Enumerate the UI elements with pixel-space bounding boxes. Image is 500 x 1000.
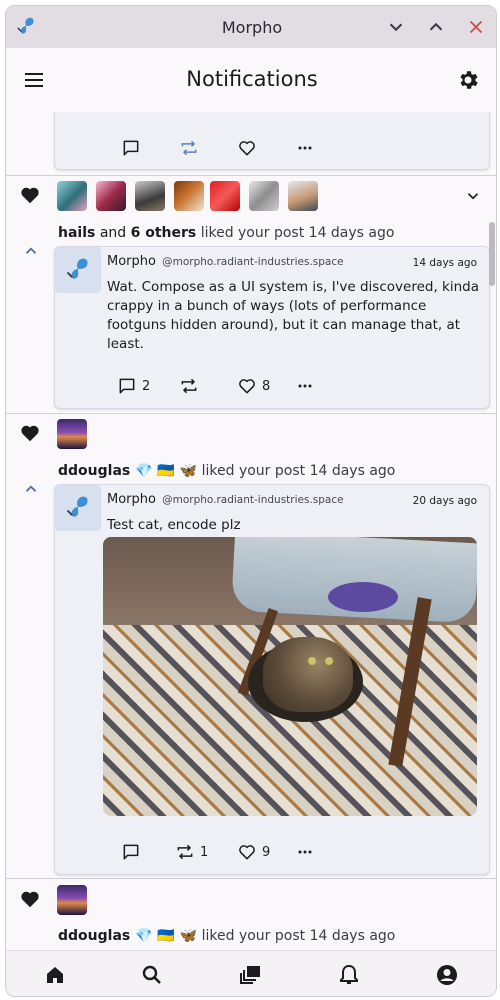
- liker-avatar[interactable]: [57, 181, 87, 211]
- heart-outline-icon: [239, 845, 255, 860]
- minimize-icon[interactable]: [385, 16, 407, 38]
- post-author-handle: @morpho.radiant-industries.space: [162, 256, 344, 268]
- more-horizontal-icon: [298, 850, 312, 854]
- notification-action: liked your post: [201, 463, 306, 479]
- notification-time: 14 days ago: [309, 463, 396, 479]
- like-count: 9: [262, 844, 271, 860]
- post-author-name: Morpho: [107, 254, 156, 269]
- collapse-up-icon[interactable]: [22, 480, 40, 498]
- notifications-list[interactable]: hails and 6 others liked your post 14 da…: [6, 112, 496, 950]
- page-title: Notifications: [186, 67, 318, 91]
- more-horizontal-icon: [298, 384, 312, 388]
- post-author[interactable]: Morpho @morpho.radiant-industries.space: [107, 254, 344, 269]
- post-actions: 2 8: [55, 374, 491, 398]
- like-button[interactable]: 8: [237, 374, 270, 398]
- heart-outline-icon: [239, 379, 255, 394]
- repost-button[interactable]: 1: [175, 840, 208, 864]
- liker-name[interactable]: ddouglas 💎 🇺🇦 🦋: [58, 463, 197, 479]
- post-card[interactable]: Morpho @morpho.radiant-industries.space …: [54, 484, 490, 875]
- search-icon[interactable]: [140, 963, 164, 987]
- liker-avatar[interactable]: [249, 181, 279, 211]
- post-image[interactable]: [103, 537, 477, 816]
- divider: [6, 878, 496, 879]
- active-tab-indicator: [337, 996, 361, 997]
- repost-button[interactable]: [179, 136, 199, 160]
- maximize-icon[interactable]: [425, 16, 447, 38]
- settings-gear-icon[interactable]: [456, 68, 480, 92]
- liker-avatar[interactable]: [57, 885, 87, 915]
- liker-name[interactable]: ddouglas 💎 🇺🇦 🦋: [58, 928, 197, 944]
- close-icon[interactable]: [465, 16, 487, 38]
- liker-avatar[interactable]: [174, 181, 204, 211]
- previous-post-card[interactable]: [54, 112, 490, 170]
- more-button[interactable]: [295, 840, 315, 864]
- reply-button[interactable]: 2: [117, 374, 150, 398]
- like-count: 8: [262, 378, 271, 394]
- post-author-avatar[interactable]: [55, 485, 101, 531]
- liker-avatar[interactable]: [57, 419, 87, 449]
- and-text: and: [99, 225, 127, 241]
- post-time: 20 days ago: [412, 495, 477, 507]
- like-button[interactable]: [237, 136, 257, 160]
- repost-icon: [181, 140, 197, 156]
- notifications-bell-icon[interactable]: [337, 963, 361, 987]
- repost-icon: [177, 844, 193, 860]
- reply-button[interactable]: [121, 840, 141, 864]
- notification-action: liked your post: [201, 928, 306, 944]
- chevron-down-icon[interactable]: [464, 187, 482, 205]
- liker-avatar[interactable]: [96, 181, 126, 211]
- comment-icon: [123, 844, 139, 860]
- more-button[interactable]: [295, 374, 315, 398]
- app-window: Morpho Notifications hails and 6 others …: [5, 5, 497, 997]
- notification-time: 14 days ago: [309, 928, 396, 944]
- repost-button[interactable]: [179, 374, 199, 398]
- notification-text: ddouglas 💎 🇺🇦 🦋 liked your post 14 days …: [58, 463, 395, 479]
- notification-action: liked your post: [200, 225, 305, 241]
- others-count[interactable]: 6 others: [131, 225, 197, 241]
- heart-filled-icon: [21, 187, 39, 204]
- app-bar: Notifications: [6, 48, 496, 112]
- heart-filled-icon: [21, 425, 39, 442]
- collapse-up-icon[interactable]: [22, 242, 40, 260]
- comment-icon: [123, 140, 139, 156]
- bottom-navigation: [6, 950, 496, 997]
- feeds-icon[interactable]: [239, 963, 263, 987]
- post-card[interactable]: Morpho @morpho.radiant-industries.space …: [54, 246, 490, 409]
- liker-avatar[interactable]: [288, 181, 318, 211]
- home-icon[interactable]: [43, 963, 67, 987]
- scrollbar-thumb[interactable]: [489, 222, 495, 286]
- post-time: 14 days ago: [412, 257, 477, 269]
- title-bar: Morpho: [6, 6, 496, 48]
- comment-icon: [119, 378, 135, 394]
- heart-filled-icon: [21, 891, 39, 908]
- repost-icon: [181, 378, 197, 394]
- post-author-name: Morpho: [107, 492, 156, 507]
- notification-text: hails and 6 others liked your post 14 da…: [58, 225, 394, 241]
- post-actions: [55, 136, 491, 160]
- reply-button[interactable]: [121, 136, 141, 160]
- liker-avatar[interactable]: [135, 181, 165, 211]
- reply-count: 2: [142, 378, 151, 394]
- notification-time: 14 days ago: [308, 225, 395, 241]
- post-author-handle: @morpho.radiant-industries.space: [162, 494, 344, 506]
- butterfly-avatar-icon: [66, 258, 88, 279]
- post-text: Test cat, encode plz: [107, 517, 241, 533]
- divider: [6, 175, 496, 176]
- repost-count: 1: [200, 844, 209, 860]
- profile-icon[interactable]: [435, 963, 459, 987]
- window-title: Morpho: [221, 18, 283, 37]
- post-text: Wat. Compose as a UI system is, I've dis…: [107, 279, 479, 352]
- like-button[interactable]: 9: [237, 840, 270, 864]
- more-button[interactable]: [295, 136, 315, 160]
- post-actions: 1 9: [55, 840, 491, 864]
- butterfly-avatar-icon: [66, 496, 88, 517]
- post-author-avatar[interactable]: [55, 247, 101, 293]
- heart-outline-icon: [239, 141, 255, 156]
- notification-text: ddouglas 💎 🇺🇦 🦋 liked your post 14 days …: [58, 928, 395, 944]
- liker-avatar[interactable]: [210, 181, 240, 211]
- post-author[interactable]: Morpho @morpho.radiant-industries.space: [107, 492, 344, 507]
- liker-name[interactable]: hails: [58, 225, 95, 241]
- divider: [6, 413, 496, 414]
- more-horizontal-icon: [298, 146, 312, 150]
